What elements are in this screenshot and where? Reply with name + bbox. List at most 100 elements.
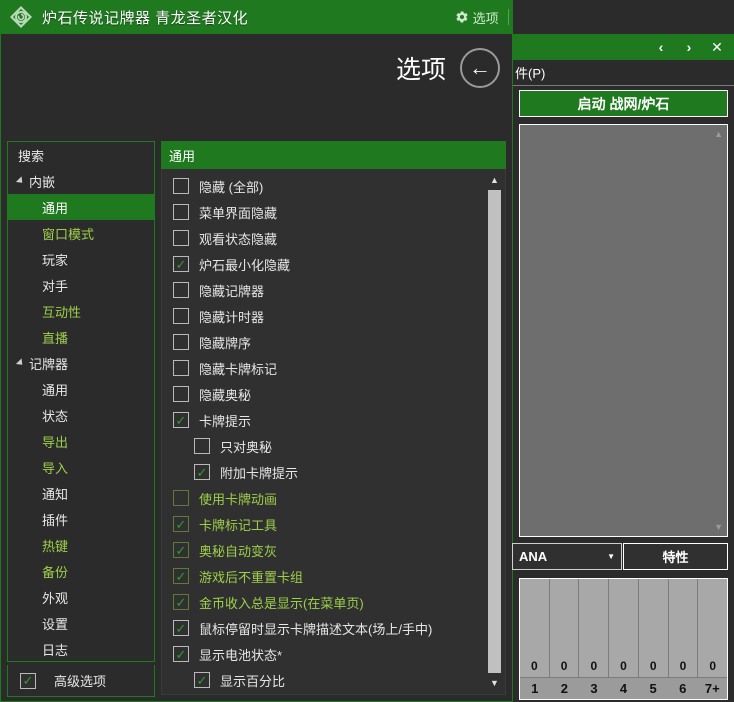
sidebar-item-2[interactable]: 通用	[8, 194, 154, 220]
option-row-15[interactable]: ✓ 游戏后不重置卡组	[162, 563, 483, 589]
deck-scroll-down-arrow[interactable]: ▼	[714, 522, 723, 532]
option-checkbox[interactable]: ✓	[194, 464, 210, 480]
scroll-down-arrow[interactable]: ▼	[485, 674, 504, 692]
option-checkbox[interactable]	[194, 438, 210, 454]
option-label: 显示百分比	[220, 673, 286, 689]
option-checkbox[interactable]	[173, 490, 189, 506]
option-checkbox[interactable]	[173, 334, 189, 350]
option-checkbox[interactable]	[173, 230, 189, 246]
sidebar-item-label: 导入	[42, 460, 69, 476]
option-label: 奥秘自动变灰	[199, 543, 278, 559]
back-arrow-icon[interactable]: ←	[460, 48, 500, 88]
sidebar-item-6[interactable]: 互动性	[8, 298, 154, 324]
option-checkbox[interactable]	[173, 282, 189, 298]
option-checkbox[interactable]: ✓	[173, 646, 189, 662]
option-row-5[interactable]: 隐藏计时器	[162, 303, 483, 329]
sidebar-item-17[interactable]: 外观	[8, 584, 154, 610]
option-label: 卡牌提示	[199, 413, 252, 429]
mana-bar-value: 0	[560, 659, 568, 673]
option-checkbox[interactable]	[173, 308, 189, 324]
option-row-9[interactable]: ✓ 卡牌提示	[162, 407, 483, 433]
deck-card-list[interactable]: ▲ ▼	[519, 124, 728, 537]
option-row-14[interactable]: ✓ 奥秘自动变灰	[162, 537, 483, 563]
option-row-17[interactable]: ✓ 鼠标停留时显示卡牌描述文本(场上/手中)	[162, 615, 483, 641]
check-icon: ✓	[175, 542, 187, 558]
option-label: 隐藏牌序	[199, 335, 252, 351]
option-checkbox[interactable]	[173, 386, 189, 402]
option-row-18[interactable]: ✓ 显示电池状态*	[162, 641, 483, 667]
check-icon: ✓	[175, 256, 187, 272]
option-row-13[interactable]: ✓ 卡牌标记工具	[162, 511, 483, 537]
option-checkbox[interactable]	[173, 204, 189, 220]
tracker-close-button[interactable]: ✕	[704, 34, 730, 60]
sidebar-item-3[interactable]: 窗口模式	[8, 220, 154, 246]
tracker-prev-button[interactable]: ‹	[648, 34, 674, 60]
sidebar-item-9[interactable]: 通用	[8, 376, 154, 402]
option-checkbox[interactable]: ✓	[173, 620, 189, 636]
sidebar-item-0[interactable]: 搜索	[8, 142, 154, 168]
sidebar-item-15[interactable]: 热键	[8, 532, 154, 558]
option-row-7[interactable]: 隐藏卡牌标记	[162, 355, 483, 381]
attributes-button[interactable]: 特性	[623, 543, 728, 570]
option-row-6[interactable]: 隐藏牌序	[162, 329, 483, 355]
sidebar-item-12[interactable]: 导入	[8, 454, 154, 480]
option-checkbox[interactable]	[173, 360, 189, 376]
titlebar-options-button[interactable]: 选项	[446, 0, 508, 34]
option-row-1[interactable]: 菜单界面隐藏	[162, 199, 483, 225]
deck-scroll-up-arrow[interactable]: ▲	[714, 129, 723, 139]
option-checkbox[interactable]: ✓	[194, 672, 210, 688]
option-row-4[interactable]: 隐藏记牌器	[162, 277, 483, 303]
option-row-16[interactable]: ✓ 金币收入总是显示(在菜单页)	[162, 589, 483, 615]
advanced-options-checkbox[interactable]: ✓	[20, 672, 36, 689]
sidebar-item-1[interactable]: 内嵌	[8, 168, 154, 194]
option-row-11[interactable]: ✓ 附加卡牌提示	[162, 459, 483, 485]
sidebar-item-label: 通用	[42, 382, 69, 398]
sidebar-item-label: 日志	[42, 642, 69, 658]
option-label: 炉石最小化隐藏	[199, 257, 291, 273]
option-checkbox[interactable]: ✓	[173, 256, 189, 272]
panel-tab-general[interactable]: 通用	[161, 141, 506, 169]
sidebar-item-5[interactable]: 对手	[8, 272, 154, 298]
divider	[513, 85, 734, 86]
sidebar-item-label: 热键	[42, 538, 69, 554]
option-row-8[interactable]: 隐藏奥秘	[162, 381, 483, 407]
option-checkbox[interactable]: ✓	[173, 594, 189, 610]
sidebar-item-7[interactable]: 直播	[8, 324, 154, 350]
sidebar-item-13[interactable]: 通知	[8, 480, 154, 506]
option-row-10[interactable]: 只对奥秘	[162, 433, 483, 459]
tracker-next-button[interactable]: ›	[676, 34, 702, 60]
app-logo	[0, 0, 42, 34]
expander-triangle-icon[interactable]	[15, 358, 26, 368]
option-checkbox[interactable]	[173, 178, 189, 194]
option-checkbox[interactable]: ✓	[173, 568, 189, 584]
option-row-19[interactable]: ✓ 显示百分比	[162, 667, 483, 693]
option-label: 隐藏计时器	[199, 309, 265, 325]
sidebar-item-10[interactable]: 状态	[8, 402, 154, 428]
options-scrollbar[interactable]: ▲ ▼	[485, 169, 504, 694]
expander-triangle-icon[interactable]	[15, 176, 26, 186]
sidebar-item-8[interactable]: 记牌器	[8, 350, 154, 376]
sidebar-item-18[interactable]: 设置	[8, 610, 154, 636]
options-main-panel: 通用 隐藏 (全部) 菜单界面隐藏 观看状态隐藏 ✓ 炉石最小化隐藏隐藏记牌器隐藏计时器…	[161, 141, 506, 695]
option-checkbox[interactable]: ✓	[173, 542, 189, 558]
option-checkbox[interactable]: ✓	[173, 412, 189, 428]
option-checkbox[interactable]: ✓	[173, 516, 189, 532]
sidebar-item-16[interactable]: 备份	[8, 558, 154, 584]
option-row-3[interactable]: ✓ 炉石最小化隐藏	[162, 251, 483, 277]
option-row-2[interactable]: 观看状态隐藏	[162, 225, 483, 251]
sidebar-item-19[interactable]: 日志	[8, 636, 154, 661]
option-row-12[interactable]: 使用卡牌动画	[162, 485, 483, 511]
scrollbar-thumb[interactable]	[488, 190, 501, 673]
option-row-0[interactable]: 隐藏 (全部)	[162, 173, 483, 199]
tracker-menu-label[interactable]: 件(P)	[513, 60, 734, 84]
launch-battlenet-button[interactable]: 启动 战网/炉石	[519, 90, 728, 117]
mana-bar-value: 0	[679, 659, 687, 673]
sidebar-item-11[interactable]: 导出	[8, 428, 154, 454]
sidebar-item-label: 玩家	[42, 252, 69, 268]
mana-bar-1: 0	[520, 579, 550, 677]
class-select[interactable]: ANA ▼	[512, 543, 622, 570]
advanced-options-toggle[interactable]: ✓ 高级选项	[7, 665, 155, 697]
sidebar-item-4[interactable]: 玩家	[8, 246, 154, 272]
sidebar-item-14[interactable]: 插件	[8, 506, 154, 532]
scroll-up-arrow[interactable]: ▲	[485, 171, 504, 189]
